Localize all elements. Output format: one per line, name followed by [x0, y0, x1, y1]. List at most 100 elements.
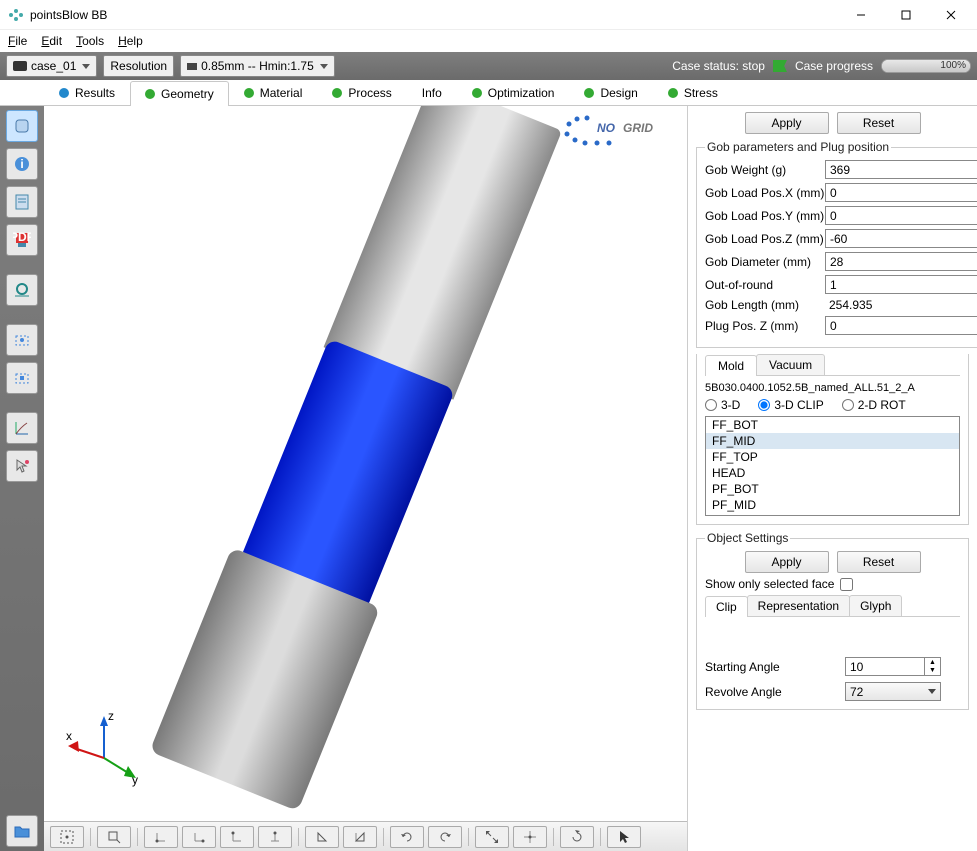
menubar: File Edit Tools Help — [0, 30, 977, 52]
tool-notes[interactable] — [6, 186, 38, 218]
dot-icon — [332, 88, 342, 98]
list-item[interactable]: FF_MID — [706, 433, 959, 449]
tool-view-default[interactable] — [6, 110, 38, 142]
tool-cursor[interactable] — [607, 826, 641, 848]
tool-view-1[interactable] — [144, 826, 178, 848]
tool-camera-1[interactable] — [6, 324, 38, 356]
out-of-round-input[interactable] — [825, 275, 977, 294]
gob-load-x-input[interactable] — [825, 183, 977, 202]
tool-pick[interactable] — [6, 450, 38, 482]
plug-pos-z-input[interactable] — [825, 316, 977, 335]
progress-value: 100% — [940, 60, 966, 71]
camera-icon — [13, 61, 27, 71]
dot-icon — [668, 88, 678, 98]
gob-load-y-label: Gob Load Pos.Y (mm) — [705, 209, 825, 223]
object-apply-button[interactable]: Apply — [745, 551, 829, 573]
tab-info[interactable]: Info — [407, 80, 457, 105]
gob-load-y-input[interactable] — [825, 206, 977, 225]
maximize-button[interactable] — [883, 0, 928, 29]
square-icon — [187, 63, 197, 70]
resolution-label-button[interactable]: Resolution — [103, 55, 174, 77]
radio-3d-clip[interactable]: 3-D CLIP — [758, 398, 823, 412]
subtab-label: Mold — [718, 359, 744, 373]
tool-zoom-box[interactable] — [97, 826, 131, 848]
starting-angle-spinner[interactable]: ▲▼ — [845, 657, 945, 676]
svg-text:z: z — [108, 709, 114, 723]
starting-angle-input[interactable] — [845, 657, 925, 676]
subtab2-clip[interactable]: Clip — [705, 596, 748, 617]
object-reset-button[interactable]: Reset — [837, 551, 921, 573]
tool-axes[interactable] — [6, 412, 38, 444]
tab-design[interactable]: Design — [569, 80, 652, 105]
tool-view-4[interactable] — [258, 826, 292, 848]
tab-optimization[interactable]: Optimization — [457, 80, 570, 105]
nogrid-logo: NO GRID — [557, 114, 667, 155]
3d-viewport[interactable]: NO GRID z x y — [44, 106, 687, 821]
resolution-value-button[interactable]: 0.85mm -- Hmin:1.75 — [180, 55, 335, 77]
tab-process[interactable]: Process — [317, 80, 406, 105]
bottom-toolbar — [44, 821, 687, 851]
tool-rotate-ccw[interactable] — [428, 826, 462, 848]
case-selector[interactable]: case_01 — [6, 55, 97, 77]
tool-view-2[interactable] — [182, 826, 216, 848]
tool-refresh[interactable] — [560, 826, 594, 848]
menu-edit[interactable]: Edit — [41, 34, 62, 48]
show-face-checkbox[interactable] — [840, 578, 853, 591]
dot-icon — [145, 89, 155, 99]
radio-2d-rot[interactable]: 2-D ROT — [842, 398, 906, 412]
reset-button[interactable]: Reset — [837, 112, 921, 134]
list-item[interactable]: HEAD — [706, 465, 959, 481]
tab-results[interactable]: Results — [44, 80, 130, 105]
titlebar: pointsBlow BB — [0, 0, 977, 30]
subtab-mold[interactable]: Mold — [705, 355, 757, 376]
tool-expand[interactable] — [475, 826, 509, 848]
gob-weight-label: Gob Weight (g) — [705, 163, 825, 177]
tool-info[interactable]: i — [6, 148, 38, 180]
list-item[interactable]: PF_BOT — [706, 481, 959, 497]
minimize-button[interactable] — [838, 0, 883, 29]
tool-plot[interactable] — [6, 274, 38, 306]
button-label: Reset — [863, 555, 894, 569]
tool-view-3[interactable] — [220, 826, 254, 848]
radio-3d[interactable]: 3-D — [705, 398, 740, 412]
spin-up-icon[interactable]: ▲ — [925, 658, 940, 667]
component-listbox[interactable]: FF_BOT FF_MID FF_TOP HEAD PF_BOT PF_MID — [705, 416, 960, 516]
gob-load-x-label: Gob Load Pos.X (mm) — [705, 186, 825, 200]
progress-bar: 100% — [881, 59, 971, 73]
spin-down-icon[interactable]: ▼ — [925, 667, 940, 676]
gob-diameter-input[interactable] — [825, 252, 977, 271]
top-toolbar: case_01 Resolution 0.85mm -- Hmin:1.75 C… — [0, 52, 977, 80]
chevron-down-icon — [928, 689, 936, 694]
tool-center[interactable] — [513, 826, 547, 848]
case-status: Case status: stop — [672, 59, 765, 73]
tool-open-folder[interactable] — [6, 815, 38, 847]
subtab2-glyph[interactable]: Glyph — [849, 595, 902, 616]
out-of-round-label: Out-of-round — [705, 278, 825, 292]
tab-label: Process — [348, 86, 391, 100]
tool-front[interactable] — [305, 826, 339, 848]
menu-tools[interactable]: Tools — [76, 34, 104, 48]
tool-back[interactable] — [343, 826, 377, 848]
gob-weight-input[interactable] — [825, 160, 977, 179]
apply-button[interactable]: Apply — [745, 112, 829, 134]
subtab-vacuum[interactable]: Vacuum — [756, 354, 825, 375]
tab-stress[interactable]: Stress — [653, 80, 733, 105]
tool-export-pdf[interactable]: PDF — [6, 224, 38, 256]
list-item[interactable]: FF_TOP — [706, 449, 959, 465]
close-button[interactable] — [928, 0, 973, 29]
gob-length-value: 254.935 — [825, 298, 977, 312]
tool-camera-2[interactable] — [6, 362, 38, 394]
subtab2-representation[interactable]: Representation — [747, 595, 850, 616]
tab-material[interactable]: Material — [229, 80, 318, 105]
list-item[interactable]: FF_BOT — [706, 417, 959, 433]
menu-help[interactable]: Help — [118, 34, 143, 48]
menu-file[interactable]: File — [8, 34, 27, 48]
tool-fit[interactable] — [50, 826, 84, 848]
tool-rotate-cw[interactable] — [390, 826, 424, 848]
tab-label: Optimization — [488, 86, 555, 100]
show-face-label: Show only selected face — [705, 577, 834, 591]
list-item[interactable]: PF_MID — [706, 497, 959, 513]
revolve-angle-select[interactable]: 72 — [845, 682, 941, 701]
tab-geometry[interactable]: Geometry — [130, 81, 229, 106]
gob-load-z-input[interactable] — [825, 229, 977, 248]
